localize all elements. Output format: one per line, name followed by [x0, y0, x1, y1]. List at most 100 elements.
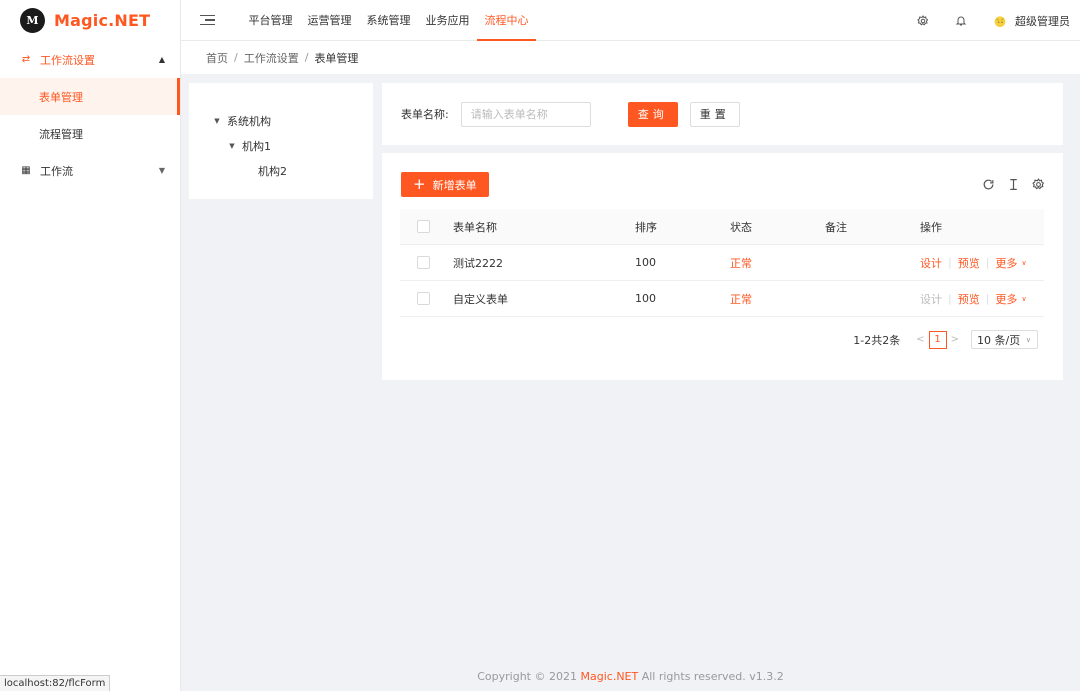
- tree-node-label: 系统机构: [227, 114, 271, 128]
- preview-link[interactable]: 预览: [958, 255, 980, 271]
- page-size-select[interactable]: 10 条/页 ∨: [971, 330, 1038, 349]
- chevron-down-icon: ∨: [1021, 258, 1027, 267]
- logo-mark: M: [20, 8, 45, 33]
- cell-name: 自定义表单: [453, 292, 508, 306]
- next-page-icon[interactable]: >: [951, 334, 959, 345]
- sidebar-menu: ⇄ 工作流设置 ▲ 表单管理 流程管理 ▦ 工作流 ▼: [0, 41, 180, 189]
- browser-status-url: localhost:82/flcForm: [0, 675, 111, 691]
- top-header: 平台管理 运营管理 系统管理 业务应用 流程中心 超级管理员: [181, 0, 1080, 41]
- tree-node-system-org[interactable]: ▼ 系统机构: [189, 108, 373, 133]
- settings-gear-icon[interactable]: [915, 13, 931, 29]
- sidebar-item-form-management[interactable]: 表单管理: [0, 78, 180, 115]
- add-form-label: 新增表单: [432, 178, 477, 192]
- pagination: 1-2共2条 < 1 > 10 条/页 ∨: [853, 330, 1038, 349]
- cell-status: 正常: [730, 256, 752, 270]
- breadcrumb: 首页 / 工作流设置 / 表单管理: [181, 41, 1080, 74]
- col-header-status: 状态: [730, 220, 752, 234]
- logo[interactable]: M Magic.NET: [0, 0, 180, 41]
- caret-down-icon[interactable]: ▼: [226, 142, 238, 150]
- footer: Copyright © 2021 Magic.NET All rights re…: [181, 670, 1080, 683]
- breadcrumb-workflow-settings[interactable]: 工作流设置: [244, 50, 299, 66]
- refresh-icon[interactable]: [981, 177, 995, 191]
- col-header-remark: 备注: [825, 220, 847, 234]
- sidebar-group-workflow[interactable]: ▦ 工作流 ▼: [0, 152, 180, 189]
- cell-name: 测试2222: [453, 256, 503, 270]
- search-label: 表单名称:: [401, 108, 449, 121]
- nav-platform[interactable]: 平台管理: [241, 0, 300, 41]
- design-link-disabled: 设计: [920, 292, 942, 306]
- preview-link[interactable]: 预览: [958, 291, 980, 307]
- user-menu[interactable]: 超级管理员: [992, 13, 1070, 29]
- prev-page-icon[interactable]: <: [916, 334, 924, 345]
- col-header-name: 表单名称: [453, 220, 497, 234]
- select-all-checkbox[interactable]: [417, 220, 430, 233]
- breadcrumb-current: 表单管理: [314, 51, 359, 65]
- caret-down-icon[interactable]: ▼: [211, 117, 223, 125]
- chevron-down-icon: ▼: [158, 166, 165, 175]
- tree-node-org2[interactable]: 机构2: [189, 158, 373, 183]
- search-panel: 表单名称: 查询 重置: [382, 83, 1063, 145]
- cell-sort: 100: [635, 256, 656, 269]
- query-button[interactable]: 查询: [627, 101, 678, 127]
- sidebar-item-label: 流程管理: [39, 127, 83, 141]
- table-row: 测试2222 100 正常 设计 | 预览 | 更多 ∨: [400, 245, 1044, 281]
- page-number-current[interactable]: 1: [928, 330, 947, 349]
- design-link[interactable]: 设计: [920, 255, 942, 271]
- nav-operations[interactable]: 运营管理: [300, 0, 359, 41]
- chevron-down-icon: ∨: [1025, 335, 1031, 344]
- reset-button[interactable]: 重置: [689, 101, 740, 127]
- tree-node-label: 机构1: [242, 139, 271, 153]
- chevron-up-icon: ▲: [158, 55, 165, 64]
- sidebar-group-label: 工作流: [40, 164, 73, 178]
- grid-icon: ▦: [21, 165, 31, 176]
- form-table: 表单名称 排序 状态 备注 操作 测试2222 100 正常 设计 | 预览 |: [400, 209, 1044, 317]
- cell-ops: 设计 | 预览 | 更多 ∨: [920, 255, 1027, 271]
- footer-copyright: Copyright © 2021: [477, 670, 577, 683]
- table-settings-icon[interactable]: [1031, 177, 1045, 191]
- nav-process-center[interactable]: 流程中心: [477, 0, 536, 41]
- breadcrumb-separator: /: [304, 51, 309, 64]
- top-nav: 平台管理 运营管理 系统管理 业务应用 流程中心: [241, 0, 536, 41]
- nav-system[interactable]: 系统管理: [359, 0, 418, 41]
- nav-business[interactable]: 业务应用: [418, 0, 477, 41]
- tree-node-label: 机构2: [258, 164, 287, 178]
- sidebar-group-label: 工作流设置: [40, 53, 95, 67]
- breadcrumb-separator: /: [234, 51, 238, 64]
- breadcrumb-home[interactable]: 首页: [206, 50, 228, 66]
- app-root: M Magic.NET ⇄ 工作流设置 ▲ 表单管理 流程管理 ▦ 工作流 ▼: [0, 0, 1080, 691]
- cell-status: 正常: [730, 292, 752, 306]
- sidebar-item-label: 表单管理: [39, 90, 83, 104]
- cell-ops: 设计 | 预览 | 更多 ∨: [920, 291, 1027, 307]
- col-header-ops: 操作: [920, 220, 942, 234]
- user-name: 超级管理员: [1015, 14, 1070, 28]
- brand-name: Magic.NET: [54, 11, 151, 30]
- more-label: 更多: [995, 256, 1018, 270]
- tree-node-org1[interactable]: ▼ 机构1: [189, 133, 373, 158]
- add-form-button[interactable]: + 新增表单: [401, 172, 489, 197]
- form-table-panel: + 新增表单 表单名称 排序 状态 备注 操作 测试2222 100 正常 设计…: [382, 153, 1063, 380]
- cell-sort: 100: [635, 292, 656, 305]
- row-checkbox[interactable]: [417, 256, 430, 269]
- table-header-row: 表单名称 排序 状态 备注 操作: [400, 209, 1044, 245]
- more-dropdown[interactable]: 更多 ∨: [995, 255, 1026, 271]
- avatar: [994, 15, 1006, 27]
- table-toolbar: [970, 177, 1045, 191]
- plus-icon: +: [413, 175, 426, 193]
- chevron-down-icon: ∨: [1021, 294, 1027, 303]
- column-height-icon[interactable]: [1006, 177, 1020, 191]
- sidebar-group-workflow-settings[interactable]: ⇄ 工作流设置 ▲: [0, 41, 180, 78]
- footer-rights: All rights reserved. v1.3.2: [641, 670, 784, 683]
- col-header-sort: 排序: [635, 220, 657, 234]
- table-row: 自定义表单 100 正常 设计 | 预览 | 更多 ∨: [400, 281, 1044, 317]
- header-actions: 超级管理员: [904, 0, 1070, 41]
- menu-toggle-icon[interactable]: [200, 12, 215, 29]
- sidebar-item-process-management[interactable]: 流程管理: [0, 115, 180, 152]
- footer-brand[interactable]: Magic.NET: [581, 670, 639, 683]
- org-tree: ▼ 系统机构 ▼ 机构1 机构2: [189, 83, 373, 199]
- swap-icon: ⇄: [21, 54, 31, 65]
- bell-icon[interactable]: [953, 13, 969, 29]
- form-name-input[interactable]: [460, 101, 591, 127]
- pagination-total: 1-2共2条: [853, 333, 901, 347]
- more-dropdown[interactable]: 更多 ∨: [995, 291, 1026, 307]
- row-checkbox[interactable]: [417, 292, 430, 305]
